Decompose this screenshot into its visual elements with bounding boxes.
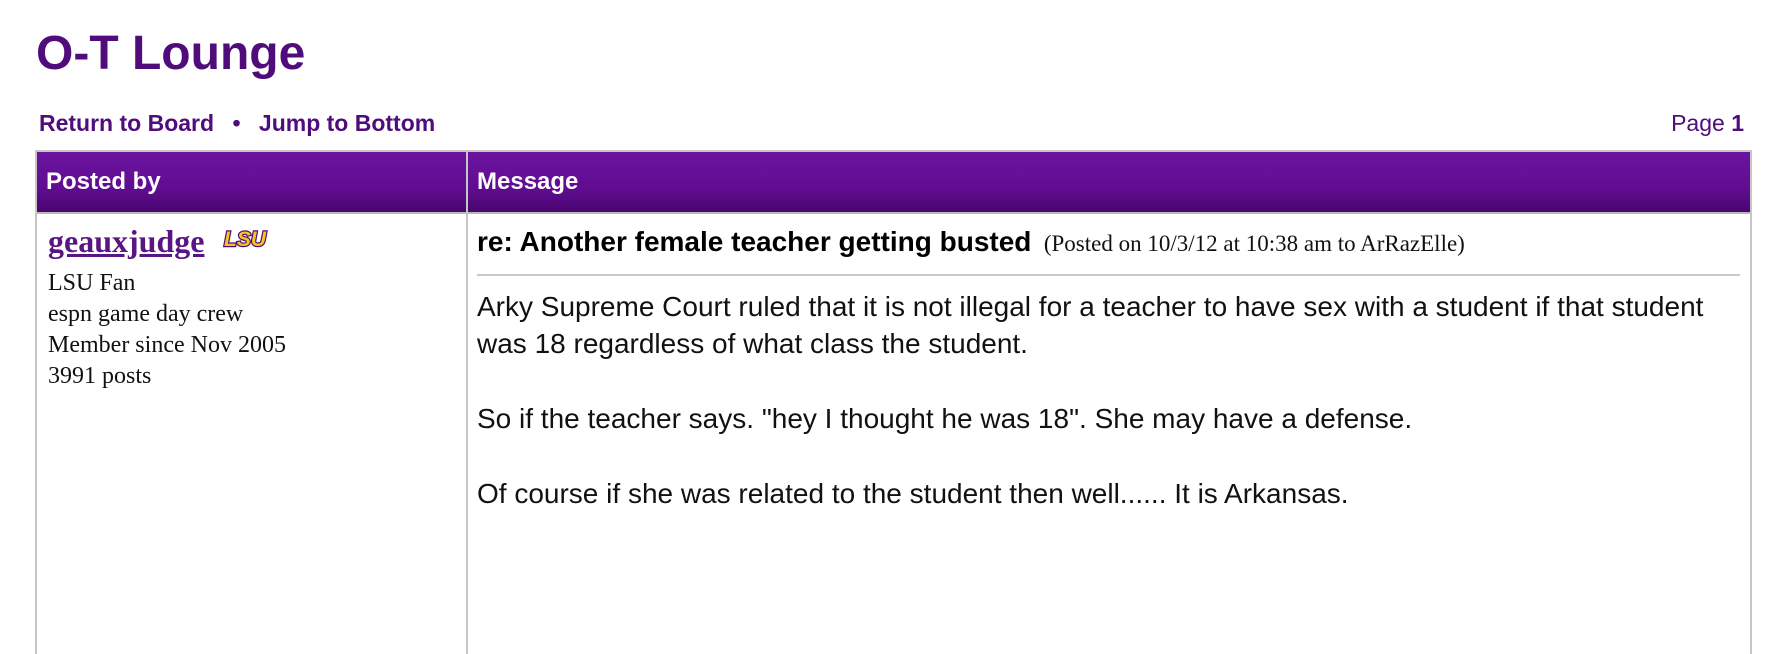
post-subject: re: Another female teacher getting buste… — [477, 226, 1032, 257]
lsu-logo-icon: LSU — [223, 229, 268, 249]
author-name-row: geauxjudge LSU — [48, 223, 458, 268]
author-info: geauxjudge LSU LSU Fan espn game day cre… — [48, 223, 458, 392]
thread-nav: Return to Board • Jump to Bottom Page 1 — [39, 110, 1744, 142]
return-to-board-link[interactable]: Return to Board — [39, 110, 214, 136]
author-member-since: Member since Nov 2005 — [48, 332, 286, 358]
table-header: Posted by Message — [37, 152, 1750, 214]
lsu-logo-text: LSU — [224, 229, 267, 249]
jump-to-bottom-link[interactable]: Jump to Bottom — [259, 110, 435, 136]
board-title: O-T Lounge — [36, 27, 306, 80]
message-header: re: Another female teacher getting buste… — [477, 226, 1740, 276]
column-divider — [466, 152, 468, 654]
author-post-count: 3991 posts — [48, 363, 152, 389]
page-indicator: Page 1 — [1671, 110, 1744, 137]
author-fan-of: LSU Fan — [48, 270, 136, 296]
author-title: espn game day crew — [48, 301, 244, 327]
thread-table: Posted by Message geauxjudge LSU LSU Fan… — [35, 150, 1752, 654]
header-posted-by: Posted by — [46, 168, 161, 195]
header-message: Message — [477, 168, 579, 195]
nav-separator: • — [232, 110, 241, 136]
message-cell: re: Another female teacher getting buste… — [477, 226, 1740, 550]
nav-links: Return to Board • Jump to Bottom — [39, 110, 435, 137]
page-label: Page — [1671, 110, 1725, 136]
post-meta: (Posted on 10/3/12 at 10:38 am to ArRazE… — [1043, 231, 1465, 256]
author-name-link[interactable]: geauxjudge — [48, 223, 204, 259]
message-paragraph: Of course if she was related to the stud… — [477, 478, 1349, 509]
page-number[interactable]: 1 — [1731, 110, 1744, 136]
message-paragraph: So if the teacher says. "hey I thought h… — [477, 403, 1413, 434]
message-body: Arky Supreme Court ruled that it is not … — [477, 276, 1740, 512]
message-paragraph: Arky Supreme Court ruled that it is not … — [477, 291, 1704, 359]
